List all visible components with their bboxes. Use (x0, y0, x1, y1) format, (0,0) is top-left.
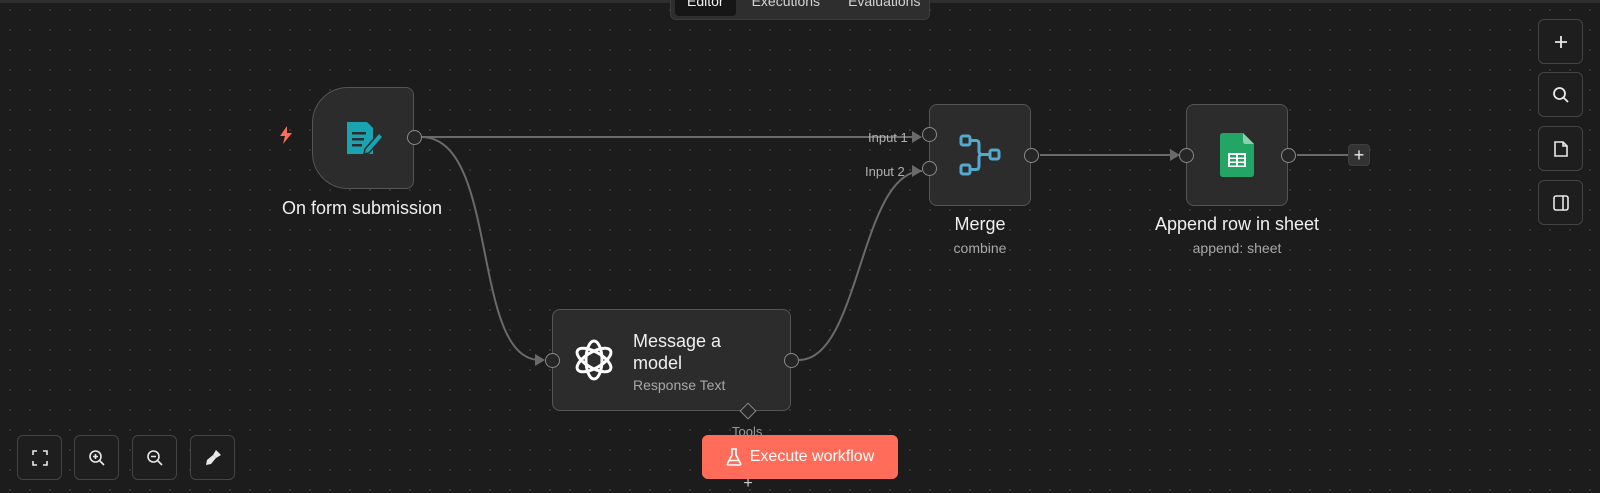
connections-layer (420, 131, 1348, 366)
merge-icon (959, 134, 1001, 176)
merge-output-handle[interactable] (1024, 148, 1039, 163)
merge-input2-label: Input 2 (865, 164, 905, 179)
message-model-title-line1: Message a (633, 331, 722, 351)
merge-subtitle: combine (953, 240, 1007, 256)
merge-input2-handle[interactable] (922, 161, 937, 176)
edge-form-to-model[interactable] (420, 136, 541, 361)
plus-icon (1554, 35, 1567, 48)
model-input-handle[interactable] (545, 353, 560, 368)
merge-input1-label: Input 1 (868, 130, 908, 145)
add-sticky-note-button[interactable] (1538, 126, 1583, 171)
add-next-node-button[interactable]: + (1348, 144, 1370, 166)
zoom-in-button[interactable] (74, 435, 119, 480)
message-model-title: Message a model (633, 330, 721, 374)
search-nodes-button[interactable] (1538, 72, 1583, 117)
execute-workflow-button[interactable]: Execute workflow (702, 435, 898, 479)
model-output-handle[interactable] (784, 353, 799, 368)
form-icon (347, 122, 385, 155)
add-node-button[interactable] (1538, 19, 1583, 64)
tidy-up-button[interactable] (190, 435, 235, 480)
append-row-title: Append row in sheet (1154, 214, 1320, 234)
sticky-note-icon (1553, 140, 1568, 157)
node-append-row[interactable] (1179, 104, 1296, 206)
google-sheets-icon (1220, 133, 1254, 177)
panel-icon (1552, 194, 1569, 211)
search-icon (1552, 86, 1569, 103)
fit-view-icon (31, 449, 48, 466)
sheet-input-handle[interactable] (1179, 148, 1194, 163)
toggle-panel-button[interactable] (1538, 180, 1583, 225)
form-output-handle[interactable] (407, 130, 422, 145)
merge-input1-handle[interactable] (922, 127, 937, 142)
zoom-in-icon (88, 449, 105, 466)
node-message-model[interactable]: Message a model Response Text (545, 309, 799, 411)
arrow-merge-input1 (912, 131, 922, 143)
fit-view-button[interactable] (17, 435, 62, 480)
node-form-trigger[interactable] (312, 87, 422, 189)
merge-title: Merge (954, 214, 1006, 234)
edge-model-to-merge[interactable] (798, 170, 923, 361)
trigger-bolt-icon (280, 126, 292, 144)
tidy-up-icon (205, 449, 221, 465)
flask-icon (726, 448, 742, 466)
sheet-output-handle[interactable] (1281, 148, 1296, 163)
node-merge[interactable] (922, 104, 1039, 206)
message-model-subtitle: Response Text (633, 377, 726, 393)
arrow-model-input (535, 354, 545, 366)
form-trigger-title: On form submission (281, 198, 443, 218)
zoom-out-button[interactable] (132, 435, 177, 480)
message-model-title-line2: model (633, 353, 683, 373)
zoom-out-icon (146, 449, 163, 466)
openai-icon (575, 339, 613, 381)
execute-workflow-label: Execute workflow (749, 448, 875, 465)
arrow-merge-input2 (912, 165, 922, 177)
add-tool-plus[interactable]: + (739, 475, 757, 493)
append-row-subtitle: append: sheet (1192, 240, 1282, 256)
